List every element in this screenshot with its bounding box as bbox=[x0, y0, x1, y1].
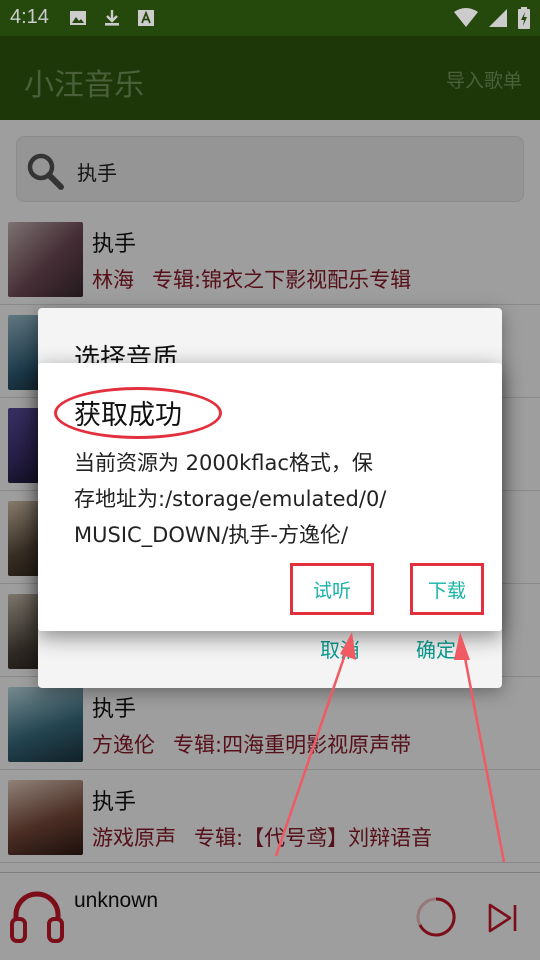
message-line: 当前资源为 2000kflac格式，保 bbox=[74, 451, 373, 475]
success-dialog-title: 获取成功 bbox=[74, 400, 182, 431]
message-line: 存地址为:/storage/emulated/0/ bbox=[74, 487, 387, 511]
appbar-dim bbox=[0, 36, 540, 120]
preview-button[interactable]: 试听 bbox=[290, 563, 374, 615]
download-button[interactable]: 下载 bbox=[410, 563, 484, 615]
status-dim bbox=[0, 0, 540, 36]
quality-cancel-button[interactable]: 取消 bbox=[320, 634, 360, 663]
quality-confirm-button[interactable]: 确定 bbox=[416, 634, 456, 663]
message-line: MUSIC_DOWN/执手-方逸伦/ bbox=[74, 523, 349, 547]
success-dialog-message: 当前资源为 2000kflac格式，保 存地址为:/storage/emulat… bbox=[74, 445, 474, 553]
success-dialog: 获取成功 当前资源为 2000kflac格式，保 存地址为:/storage/e… bbox=[38, 363, 502, 631]
